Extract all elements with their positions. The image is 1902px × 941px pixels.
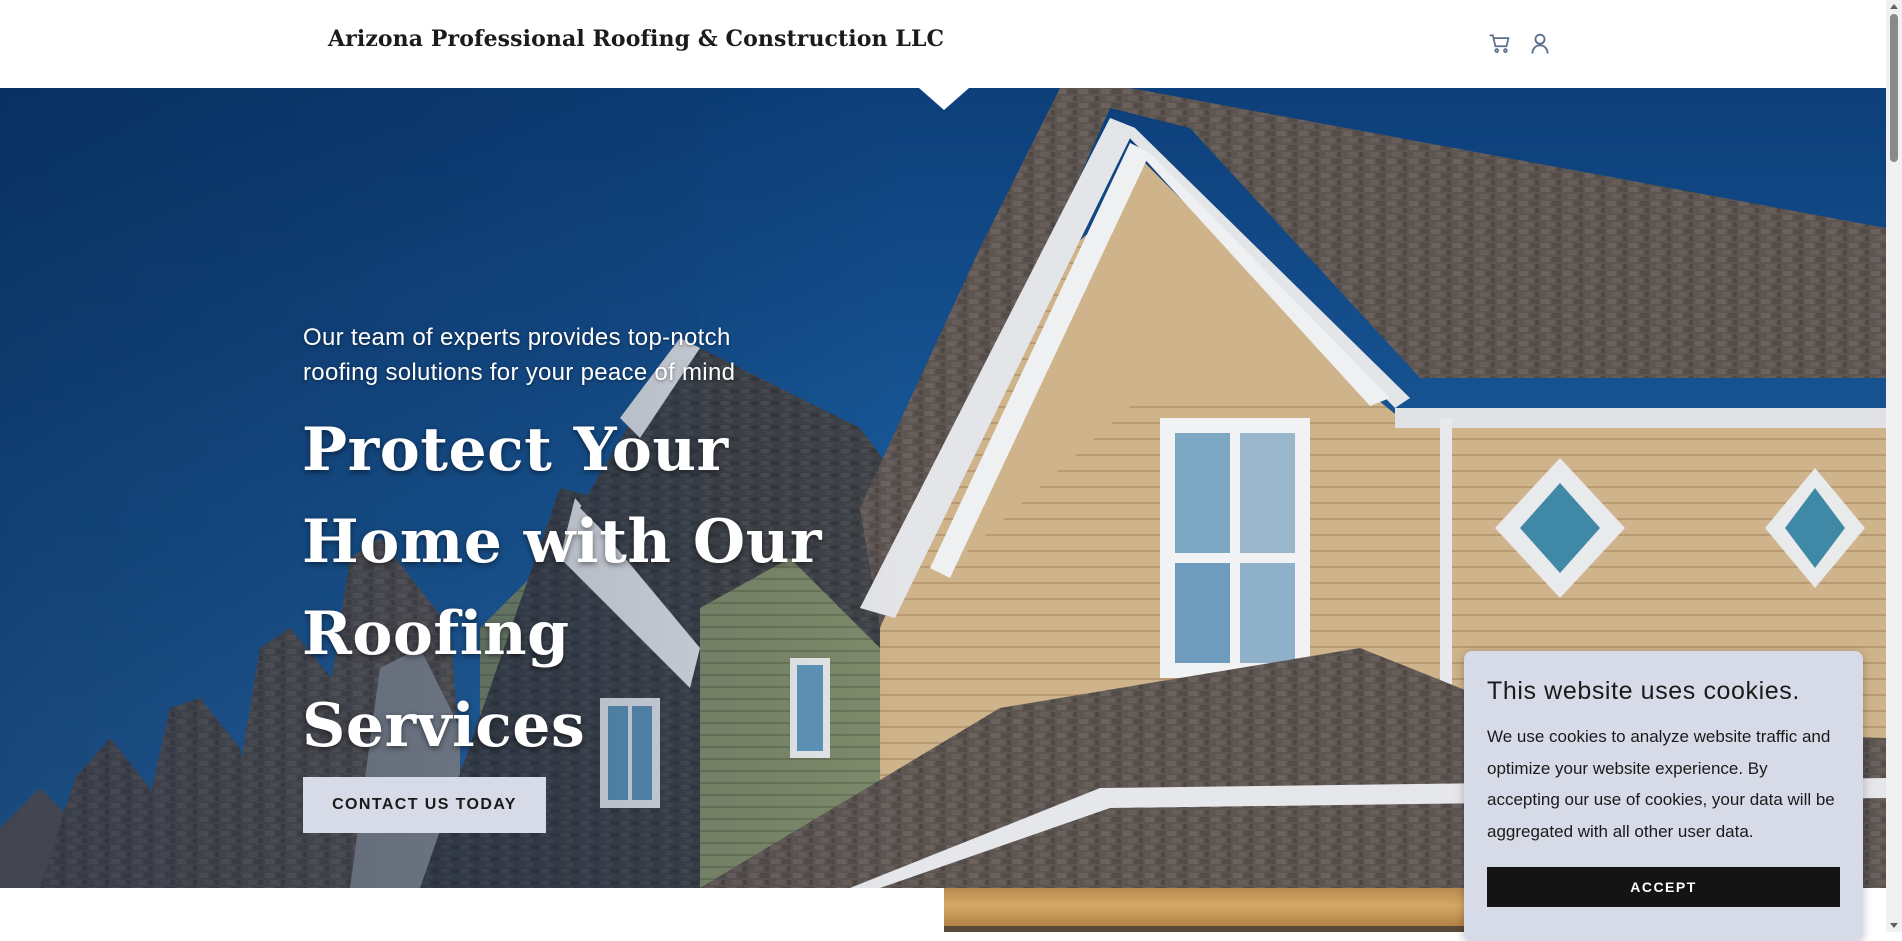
hero-headline: Protect Your Home with Our Roofing Servi… <box>302 415 822 761</box>
header-notch <box>919 88 969 110</box>
site-brand-title[interactable]: Arizona Professional Roofing & Construct… <box>328 26 944 52</box>
cookie-banner: This website uses cookies. We use cookie… <box>1464 651 1863 941</box>
wood-plank-edge <box>944 926 1464 932</box>
shopping-cart-icon[interactable] <box>1487 30 1513 56</box>
contact-us-button[interactable]: CONTACT US TODAY <box>303 777 546 833</box>
next-section-image <box>944 888 1464 932</box>
accept-cookies-button[interactable]: ACCEPT <box>1487 867 1840 907</box>
site-header: Arizona Professional Roofing & Construct… <box>0 0 1886 88</box>
page-scrollbar[interactable] <box>1886 0 1902 932</box>
scrollbar-thumb[interactable] <box>1890 14 1898 162</box>
scroll-down-icon[interactable] <box>1890 923 1898 928</box>
hero-subtitle: Our team of experts provides top-notch r… <box>303 324 736 386</box>
scroll-up-icon[interactable] <box>1890 4 1898 9</box>
cookie-title: This website uses cookies. <box>1487 677 1800 705</box>
user-account-icon[interactable] <box>1527 30 1553 56</box>
cookie-description: We use cookies to analyze website traffi… <box>1487 727 1835 841</box>
